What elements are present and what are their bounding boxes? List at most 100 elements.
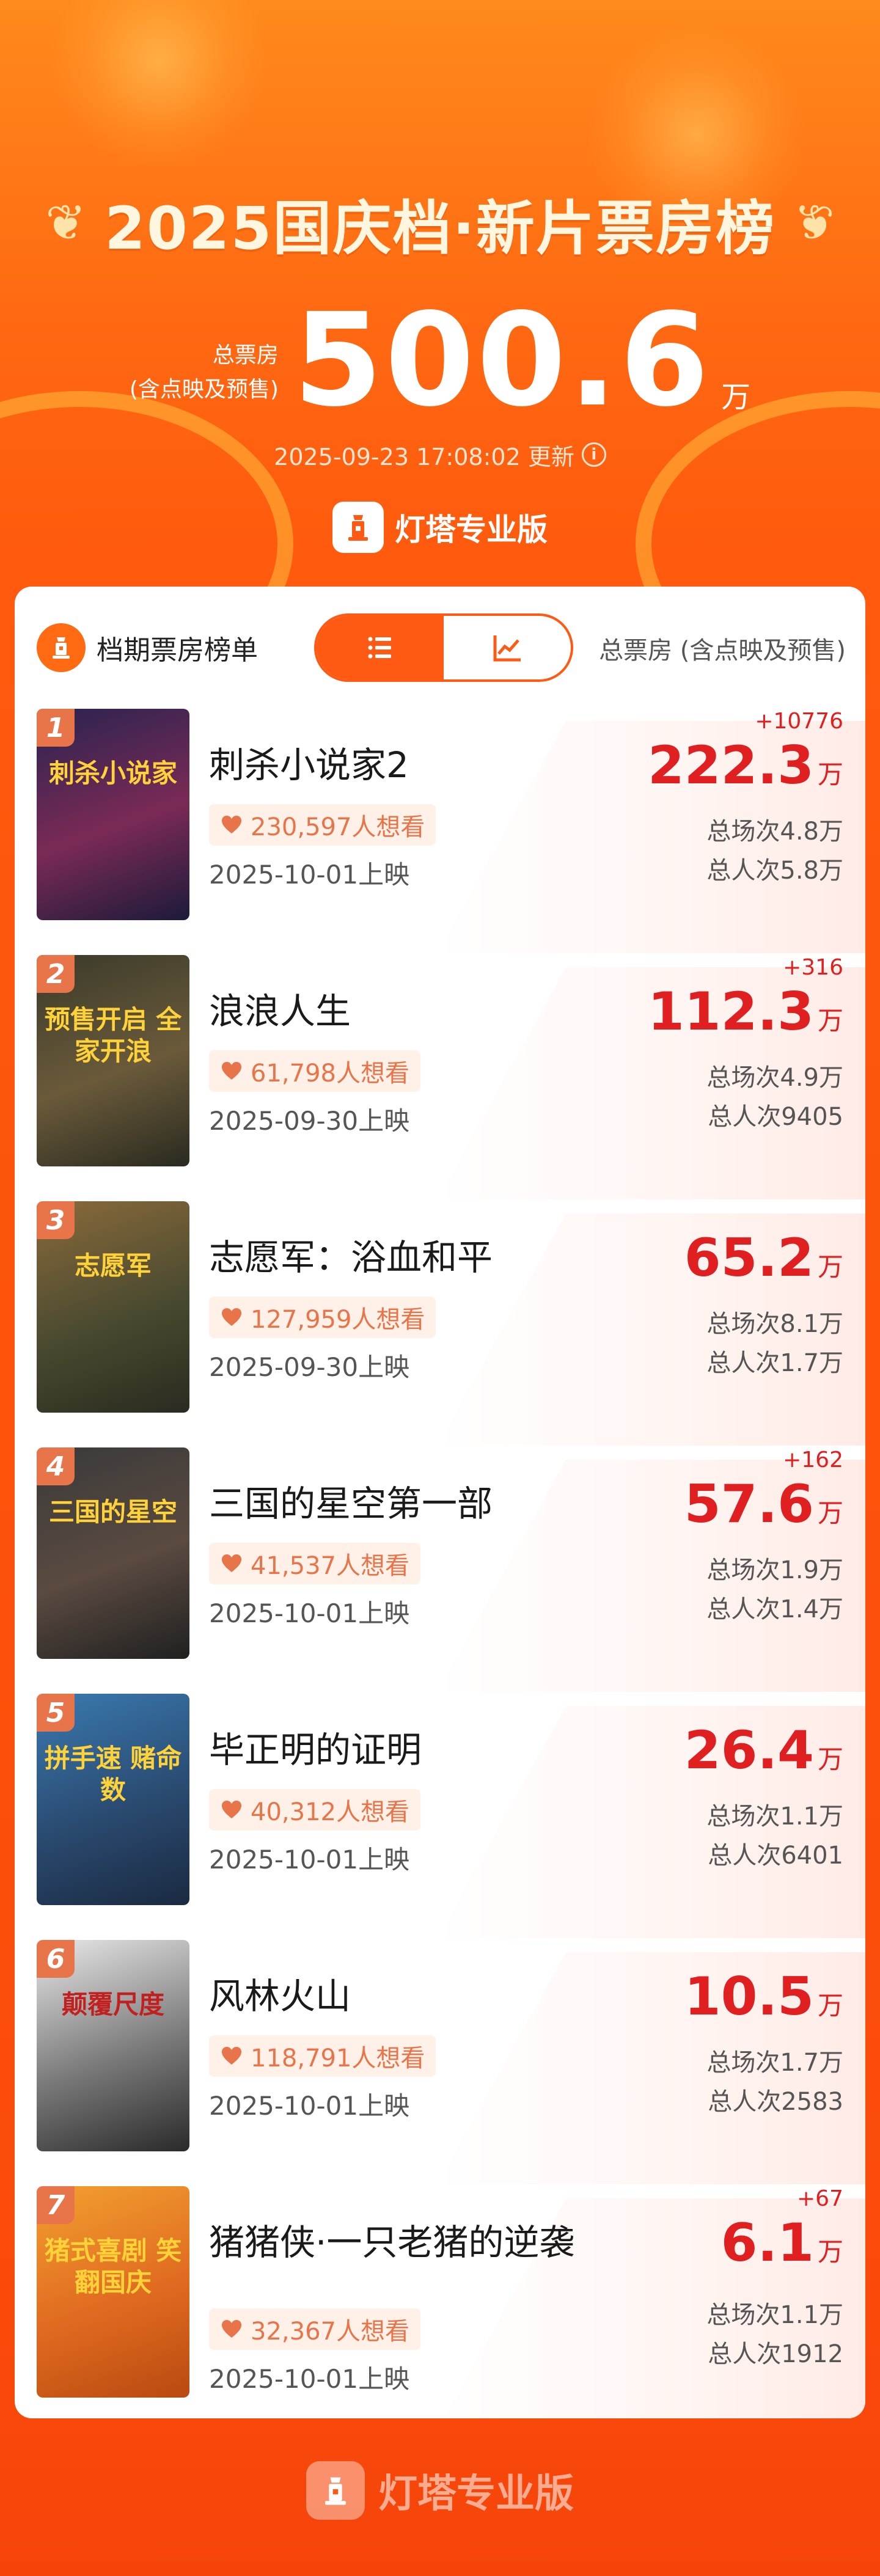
rank-badge: 4 [37,1447,75,1485]
release-date: 2025-10-01上映 [209,2091,410,2121]
heart-icon [222,1554,241,1572]
rank-badge: 2 [37,955,75,993]
movie-row[interactable]: 猪式喜剧 笑翻国庆 7 猪猪侠·一只老猪的逆袭 32,367人想看 2025-1… [15,2186,865,2418]
total-label-sub: (含点映及预售) [129,377,279,402]
lighthouse-logo-icon [332,502,384,553]
laurel-left-icon: ❦ [45,194,87,251]
movie-title[interactable]: 风林火山 [209,1974,576,2018]
list-icon [368,637,391,659]
want-to-see-badge: 61,798人想看 [209,1050,420,1092]
poster-caption: 三国的星空 [48,1497,177,1527]
movie-title[interactable]: 志愿军：浴血和平 [209,1235,576,1279]
movie-poster[interactable]: 志愿军 3 [37,1201,189,1413]
release-date: 2025-10-01上映 [209,1598,410,1628]
total-unit: 万 [721,380,751,414]
view-toggle[interactable] [314,613,573,682]
movie-row[interactable]: 颠覆尺度 6 风林火山 118,791人想看 2025-10-01上映 10.5… [15,1940,865,2184]
page-header: ❦ 2025国庆档·新片票房榜 ❦ 总票房 (含点映及预售) 500.6 万 2… [0,0,880,587]
movie-poster[interactable]: 猪式喜剧 笑翻国庆 7 [37,2186,189,2398]
total-screenings: 总场次1.1万 [706,1802,843,1831]
info-icon[interactable]: i [581,442,606,467]
heart-icon [222,1062,241,1080]
movie-row[interactable]: 刺杀小说家 1 刺杀小说家2 230,597人想看 2025-10-01上映 +… [15,709,865,953]
total-box-office: 总票房 (含点映及预售) 500.6 万 [0,293,880,428]
box-office-delta: +162 [783,1447,843,1473]
movie-row[interactable]: 三国的星空 4 三国的星空第一部 41,537人想看 2025-10-01上映 … [15,1447,865,1692]
movie-poster[interactable]: 预售开启 全家开浪 2 [37,955,189,1166]
box-office: 65.2 万 [684,1232,843,1284]
movie-poster[interactable]: 三国的星空 4 [37,1447,189,1659]
trend-chart-icon [493,635,521,662]
movie-row[interactable]: 志愿军 3 志愿军：浴血和平 127,959人想看 2025-09-30上映 6… [15,1201,865,1446]
release-date: 2025-09-30上映 [209,1352,410,1382]
rank-badge: 3 [37,1201,75,1239]
total-label: 总票房 (含点映及预售) [130,338,279,407]
want-count: 118,791人想看 [251,2044,425,2073]
box-office-value: 57.6 [684,1474,814,1535]
movie-title[interactable]: 猪猪侠·一只老猪的逆袭 [209,2220,576,2264]
movie-title[interactable]: 浪浪人生 [209,989,576,1033]
total-screenings: 总场次1.9万 [706,1556,843,1584]
heart-icon [222,1801,241,1818]
want-count: 61,798人想看 [251,1059,409,1088]
trend-view-button[interactable] [444,616,571,679]
total-screenings: 总场次4.9万 [706,1064,843,1092]
rank-badge: 7 [37,2186,75,2224]
column-label: 总票房 (含点映及预售) [599,637,846,665]
total-admissions: 总人次6401 [708,1842,843,1870]
ranking-card: 档期票房榜单 总票房 (含点映及预售) 刺杀小说家 1 刺杀小说家2 230,5… [15,587,865,2418]
poster-caption: 拼手速 赌命数 [44,1743,182,1805]
box-office-unit: 万 [817,1991,843,2021]
heart-icon [222,2320,241,2338]
release-date: 2025-10-01上映 [209,1845,410,1875]
want-count: 32,367人想看 [251,2318,409,2346]
box-office-delta: +10776 [755,709,843,734]
release-date: 2025-10-01上映 [209,860,410,890]
want-to-see-badge: 118,791人想看 [209,2035,436,2077]
box-office: 112.3 万 [648,986,843,1038]
poster-caption: 预售开启 全家开浪 [44,1004,182,1066]
movie-poster[interactable]: 拼手速 赌命数 5 [37,1694,189,1905]
page-title: 2025国庆档·新片票房榜 [105,194,776,263]
lighthouse-logo-icon [306,2461,365,2520]
want-to-see-badge: 41,537人想看 [209,1543,420,1584]
want-count: 127,959人想看 [251,1306,425,1334]
movie-title[interactable]: 刺杀小说家2 [209,743,576,787]
movie-row[interactable]: 拼手速 赌命数 5 毕正明的证明 40,312人想看 2025-10-01上映 … [15,1694,865,1938]
box-office-unit: 万 [817,2237,843,2267]
total-label-main: 总票房 [212,343,279,368]
list-view-button[interactable] [317,616,444,679]
poster-caption: 志愿军 [74,1251,152,1281]
box-office-delta: +67 [797,2186,843,2211]
movie-poster[interactable]: 颠覆尺度 6 [37,1940,189,2151]
total-admissions: 总人次1.7万 [706,1349,843,1377]
box-office: 222.3 万 [648,739,843,792]
want-count: 41,537人想看 [251,1552,409,1580]
box-office-unit: 万 [817,1252,843,1282]
brand-row: 灯塔专业版 [0,500,880,555]
update-time-row[interactable]: 2025-09-23 17:08:02 更新 i [0,436,880,473]
heart-icon [222,2047,241,2065]
movie-title[interactable]: 三国的星空第一部 [209,1482,576,1526]
rank-badge: 6 [37,1940,75,1978]
box-office: 6.1 万 [721,2217,843,2269]
total-admissions: 总人次1912 [708,2340,843,2368]
want-to-see-badge: 230,597人想看 [209,804,436,846]
box-office: 10.5 万 [684,1970,843,2023]
box-office-value: 65.2 [684,1228,814,1289]
lighthouse-icon [37,623,86,672]
movie-poster[interactable]: 刺杀小说家 1 [37,709,189,920]
want-to-see-badge: 40,312人想看 [209,1789,420,1831]
box-office-value: 26.4 [684,1720,814,1781]
poster-caption: 颠覆尺度 [61,1989,164,2019]
heart-icon [222,816,241,833]
total-admissions: 总人次5.8万 [706,857,843,885]
want-count: 40,312人想看 [251,1798,409,1826]
decorative-burst [49,0,269,171]
footer-brand: 灯塔专业版 [0,2454,880,2527]
total-screenings: 总场次1.7万 [706,2049,843,2077]
movie-title[interactable]: 毕正明的证明 [209,1728,576,1772]
movie-row[interactable]: 预售开启 全家开浪 2 浪浪人生 61,798人想看 2025-09-30上映 … [15,955,865,1199]
total-screenings: 总场次1.1万 [706,2301,843,2329]
total-admissions: 总人次2583 [708,2088,843,2116]
